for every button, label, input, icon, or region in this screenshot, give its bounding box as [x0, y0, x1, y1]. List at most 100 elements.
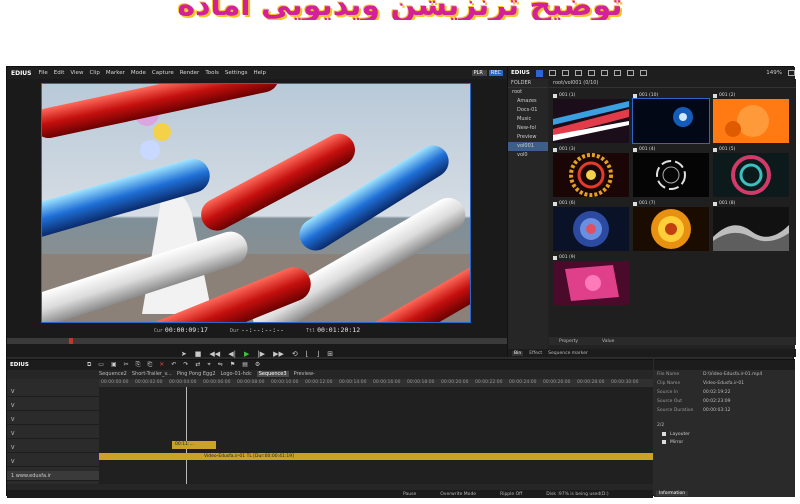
cut-icon[interactable] [600, 70, 608, 76]
ruler-tick: 00:00:08:00 [237, 380, 265, 385]
tab-information[interactable]: Information [656, 491, 689, 496]
clip-thumbnail[interactable]: 001 (2) [713, 92, 789, 144]
folder-docs[interactable]: Docs-01 [508, 106, 548, 115]
timeline-clip[interactable]: 00:11:... [172, 441, 216, 449]
menu-render[interactable]: Render [177, 70, 203, 76]
paste-icon[interactable] [626, 70, 634, 76]
track-header[interactable]: V [7, 429, 99, 439]
settings-icon[interactable]: ⚙ [255, 361, 260, 369]
plr-button[interactable]: PLR [471, 70, 487, 76]
add-clip-icon[interactable] [587, 70, 595, 76]
menu-mode[interactable]: Mode [128, 70, 149, 76]
effect-layouter[interactable]: Layouter [670, 432, 690, 437]
rec-button[interactable]: REC [488, 70, 503, 76]
timeline-clip-main[interactable]: Video-Edusfa.ir-01 TL [Dur:00:00:41:19] [99, 453, 653, 460]
marker-icon[interactable]: ⚑ [230, 361, 235, 369]
folder-amazes[interactable]: Amazes [508, 97, 548, 106]
delete-tool-icon[interactable]: ✕ [159, 361, 164, 369]
folder-icon[interactable] [548, 70, 556, 76]
menu-clip[interactable]: Clip [86, 70, 102, 76]
step-back-icon[interactable]: ◀| [228, 350, 236, 358]
tab-sequence-marker[interactable]: Sequence marker [548, 351, 588, 356]
copy-tool-icon[interactable]: ⎘ [136, 361, 141, 369]
tab-preview[interactable]: Preview- [294, 371, 315, 377]
delete-icon[interactable] [639, 70, 647, 76]
clip-thumbnail[interactable]: 001 (7) [633, 200, 709, 252]
folder-music[interactable]: Music [508, 115, 548, 124]
timeline-playhead[interactable] [186, 387, 187, 484]
folder-new[interactable]: New-fol [508, 124, 548, 133]
up-folder-icon[interactable] [574, 70, 582, 76]
track-header[interactable]: V [7, 415, 99, 425]
ruler-tick: 00:00:22:00 [475, 380, 503, 385]
clip-thumbnail[interactable]: 001 (3) [553, 146, 629, 198]
track-header[interactable]: V [7, 457, 99, 467]
track-header[interactable]: V [7, 387, 99, 397]
clip-thumbnail[interactable]: 001 (5) [713, 146, 789, 198]
clip-thumbnail[interactable]: 001 (8) [713, 200, 789, 252]
step-forward-icon[interactable]: |▶ [257, 350, 265, 358]
tab-effect[interactable]: Effect [529, 351, 542, 356]
redo-icon[interactable]: ↷ [183, 361, 188, 369]
play-icon[interactable]: ▶ [244, 350, 249, 358]
copy-icon[interactable] [613, 70, 621, 76]
menu-capture[interactable]: Capture [149, 70, 177, 76]
track-header[interactable]: V [7, 401, 99, 411]
track-header-v1[interactable]: 1 www.edusfa.ir [7, 471, 99, 481]
clip-thumbnail[interactable]: 001 (10) [632, 92, 710, 144]
folder-vol001[interactable]: vol001 [508, 142, 548, 151]
tab-ping-pong[interactable]: Ping Pong Egg2 [177, 371, 216, 377]
tab-short-trailer[interactable]: Short-Trailer_v... [132, 371, 172, 377]
folder-vol0[interactable]: vol0 [508, 151, 548, 160]
menu-marker[interactable]: Marker [103, 70, 128, 76]
ripple-icon[interactable]: ⇄ [195, 361, 200, 369]
track-area[interactable]: 00:11:... Video-Edusfa.ir-01 TL [Dur:00:… [99, 387, 653, 484]
tab-bin[interactable]: Bin [512, 350, 524, 356]
checkbox[interactable] [662, 432, 666, 436]
stop-icon[interactable]: ■ [195, 350, 202, 358]
folder-preview[interactable]: Preview [508, 133, 548, 142]
view-icon[interactable] [788, 70, 795, 76]
value-column: Value [602, 338, 615, 344]
sequence-icon[interactable]: ⧉ [87, 361, 91, 369]
search-icon[interactable] [561, 70, 569, 76]
mark-in-icon[interactable]: ⌊ [306, 350, 309, 358]
bin-icon[interactable] [535, 69, 543, 77]
render-icon[interactable]: ▤ [242, 361, 248, 369]
menu-help[interactable]: Help [250, 70, 269, 76]
save-icon[interactable]: ▣ [111, 361, 117, 369]
open-icon[interactable]: ▭ [98, 361, 104, 369]
jog-icon[interactable]: ➤ [181, 350, 187, 358]
info-key: File Name [657, 372, 680, 377]
cut-tool-icon[interactable]: ✂ [124, 361, 129, 369]
sync-icon[interactable]: ⇋ [218, 361, 223, 369]
timeline-ruler[interactable]: 00:00:00:00 00:00:02:00 00:00:04:00 00:0… [99, 379, 653, 387]
menu-settings[interactable]: Settings [222, 70, 251, 76]
player-scrub-bar[interactable] [7, 338, 507, 344]
fast-forward-icon[interactable]: ▶▶ [273, 350, 284, 358]
rewind-icon[interactable]: ◀◀ [209, 350, 220, 358]
mark-out-icon[interactable]: ⌋ [316, 350, 319, 358]
menu-file[interactable]: File [36, 70, 51, 76]
clip-thumbnail[interactable]: 001 (6) [553, 200, 629, 252]
clip-thumbnail[interactable]: 001 (1) [553, 92, 629, 144]
tab-logo[interactable]: Logo-01-hdc [221, 371, 252, 377]
track-header[interactable]: V [7, 443, 99, 453]
insert-icon[interactable]: ⊞ [327, 350, 333, 358]
bin-logo: EDIUS [511, 70, 530, 76]
menu-view[interactable]: View [67, 70, 86, 76]
tab-sequence3[interactable]: Sequence3 [256, 371, 289, 377]
scrub-handle[interactable] [69, 338, 73, 344]
checkbox[interactable] [662, 440, 666, 444]
tab-sequence2[interactable]: Sequence2 [99, 371, 127, 377]
effect-mirror[interactable]: Mirror [670, 440, 683, 445]
paste-tool-icon[interactable]: ⎗ [147, 361, 152, 369]
menu-tools[interactable]: Tools [202, 70, 222, 76]
folder-root[interactable]: root [508, 88, 548, 97]
menu-edit[interactable]: Edit [51, 70, 68, 76]
undo-icon[interactable]: ↶ [171, 361, 176, 369]
clip-thumbnail[interactable]: 001 (9) [553, 254, 629, 306]
snap-icon[interactable]: ⌖ [207, 361, 210, 369]
loop-icon[interactable]: ⟲ [292, 350, 298, 358]
clip-thumbnail[interactable]: 001 (4) [633, 146, 709, 198]
